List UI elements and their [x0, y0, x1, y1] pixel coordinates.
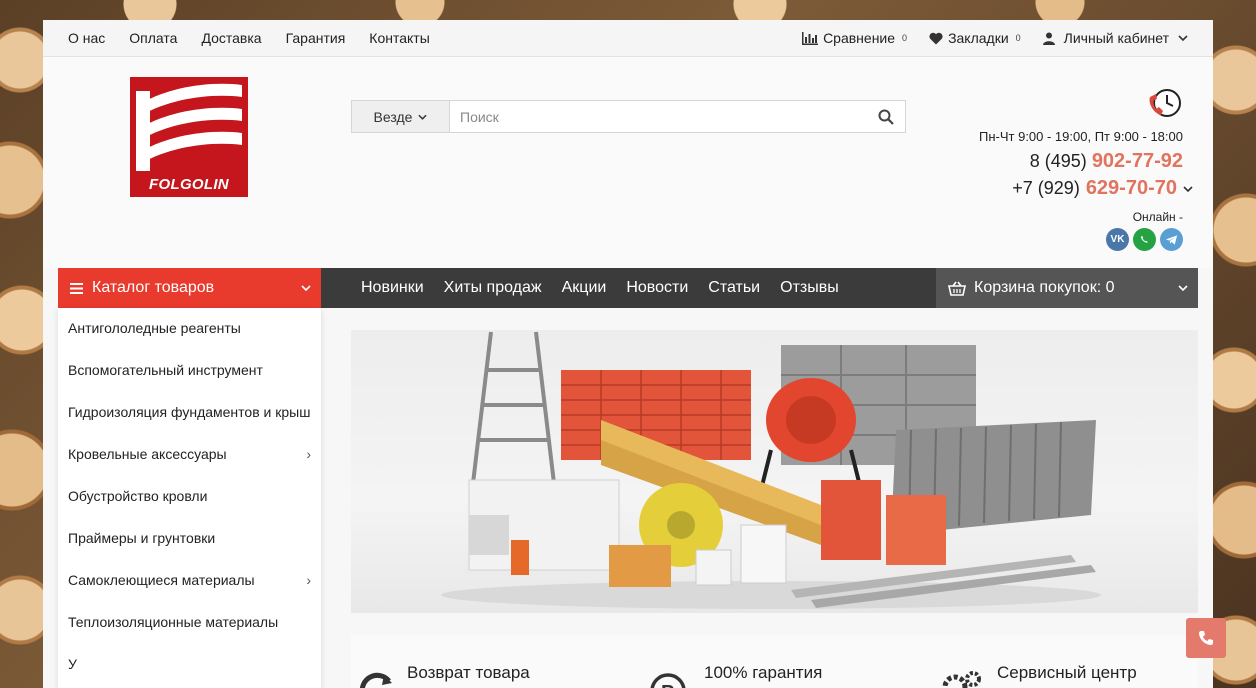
phone-1-number: 902-77-92 [1091, 150, 1183, 172]
features-strip: Возврат товара P 100% гарантия Сервисный… [351, 635, 1198, 688]
sidebar-item-label: Гидроизоляция фундаментов и крыш [68, 404, 311, 420]
catalog-sidebar: Антигололедные реагенты Вспомогательный … [58, 308, 321, 688]
contacts-block: Пн-Чт 9:00 - 19:00, Пт 9:00 - 18:00 8 (4… [979, 87, 1193, 251]
phone-1[interactable]: 8 (495) 902-77-92 [979, 150, 1183, 173]
feature-label: Сервисный центр [997, 663, 1137, 682]
page-container: О нас Оплата Доставка Гарантия Контакты … [43, 20, 1213, 688]
sidebar-item-waterproofing[interactable]: Гидроизоляция фундаментов и крыш [58, 392, 321, 434]
construction-materials-illustration [441, 331, 1101, 609]
bookmarks-count: 0 [1015, 33, 1021, 43]
phone-clock-icon [1149, 89, 1181, 117]
refresh-icon [359, 672, 392, 688]
top-link-contacts[interactable]: Контакты [369, 30, 429, 46]
sidebar-item-label: Теплоизоляционные материалы [68, 614, 279, 630]
sidebar-item-insulation[interactable]: Теплоизоляционные материалы [58, 602, 321, 644]
gears-icon [942, 671, 981, 688]
chevron-down-icon [1178, 35, 1188, 41]
account-menu[interactable]: Личный кабинет [1042, 30, 1188, 46]
phone-2-number: 629-70-70 [1085, 177, 1177, 199]
chevron-right-icon: › [306, 572, 311, 588]
bar-chart-icon [802, 31, 819, 45]
chevron-down-icon [301, 285, 311, 291]
top-link-delivery[interactable]: Доставка [201, 30, 261, 46]
vk-icon[interactable]: VK [1106, 228, 1129, 251]
brand-logo[interactable]: FOLGOLIN [130, 77, 248, 197]
phone-2-prefix: +7 (929) [1012, 178, 1080, 198]
top-link-about[interactable]: О нас [68, 30, 105, 46]
sidebar-item-roof-accessories[interactable]: Кровельные аксессуары › [58, 434, 321, 476]
callback-button[interactable] [1186, 618, 1226, 658]
user-icon [1042, 32, 1055, 45]
social-links: VK [979, 228, 1183, 251]
sidebar-item-label: У [68, 656, 77, 672]
compare-label: Сравнение [823, 30, 896, 46]
main-nav: Каталог товаров Новинки Хиты продаж Акци… [58, 268, 1198, 314]
chevron-down-icon [418, 114, 428, 120]
cart-label: Корзина покупок: 0 [974, 279, 1115, 296]
sidebar-item-label: Самоклеющиеся материалы [68, 572, 255, 588]
chevron-down-icon [1183, 185, 1193, 192]
logo-text: FOLGOLIN [149, 176, 229, 193]
top-bar: О нас Оплата Доставка Гарантия Контакты … [43, 20, 1213, 57]
sidebar-item-label: Вспомогательный инструмент [68, 362, 263, 378]
phone-1-prefix: 8 (495) [1029, 151, 1087, 171]
svg-text:P: P [661, 682, 674, 688]
chevron-down-icon [1178, 285, 1188, 291]
compare-count: 0 [902, 33, 908, 43]
hero-banner[interactable] [351, 330, 1198, 613]
nav-link-reviews[interactable]: Отзывы [780, 279, 839, 297]
sidebar-item-deicing[interactable]: Антигололедные реагенты [58, 308, 321, 350]
catalog-button[interactable]: Каталог товаров [58, 268, 321, 314]
sidebar-item-tools[interactable]: Вспомогательный инструмент [58, 350, 321, 392]
feature-label: 100% гарантия [704, 663, 823, 682]
phone-2[interactable]: +7 (929) 629-70-70 [979, 177, 1193, 200]
cart-button[interactable]: Корзина покупок: 0 [936, 268, 1198, 308]
logo-stripes [136, 83, 242, 171]
header: FOLGOLIN Везде Пн-Чт 9:00 - 19:00, Пт 9 [43, 57, 1213, 268]
search-icon [878, 109, 894, 125]
search-button[interactable] [867, 101, 905, 132]
sidebar-item-label: Кровельные аксессуары [68, 446, 227, 462]
catalog-label: Каталог товаров [92, 279, 215, 296]
top-link-payment[interactable]: Оплата [129, 30, 177, 46]
bookmarks-label: Закладки [948, 30, 1009, 46]
top-link-warranty[interactable]: Гарантия [286, 30, 346, 46]
feature-label: Возврат товара [407, 663, 530, 682]
online-label: Онлайн - [1132, 210, 1183, 224]
search-input[interactable] [450, 101, 867, 132]
compare-link[interactable]: Сравнение 0 [802, 30, 907, 46]
account-label: Личный кабинет [1063, 30, 1169, 46]
telegram-icon[interactable] [1160, 228, 1183, 251]
nav-link-new[interactable]: Новинки [361, 279, 424, 297]
top-links: О нас Оплата Доставка Гарантия Контакты [68, 30, 430, 46]
sidebar-item-self-adhesive[interactable]: Самоклеющиеся материалы › [58, 560, 321, 602]
feature-returns[interactable]: Возврат товара [359, 663, 530, 688]
bookmarks-link[interactable]: Закладки 0 [929, 30, 1021, 46]
search-scope-label: Везде [373, 108, 413, 125]
heart-icon [929, 32, 943, 44]
feature-warranty[interactable]: P 100% гарантия [648, 663, 822, 688]
sidebar-item-label: Антигололедные реагенты [68, 320, 241, 336]
working-hours: Пн-Чт 9:00 - 19:00, Пт 9:00 - 18:00 [979, 129, 1183, 144]
ruble-icon: P [650, 673, 686, 688]
nav-links: Новинки Хиты продаж Акции Новости Статьи… [321, 268, 936, 308]
nav-link-promotions[interactable]: Акции [562, 279, 607, 297]
search-scope-dropdown[interactable]: Везде [352, 101, 450, 132]
sidebar-item-primers[interactable]: Праймеры и грунтовки [58, 518, 321, 560]
feature-service-center[interactable]: Сервисный центр [941, 663, 1137, 688]
sidebar-item-label: Обустройство кровли [68, 488, 208, 504]
sidebar-item-next[interactable]: У [58, 644, 321, 686]
basket-icon [948, 281, 966, 296]
sidebar-item-label: Праймеры и грунтовки [68, 530, 216, 546]
search-bar: Везде [351, 100, 906, 133]
top-right-tools: Сравнение 0 Закладки 0 Личный кабинет [802, 30, 1188, 46]
nav-link-news[interactable]: Новости [626, 279, 688, 297]
whatsapp-icon[interactable] [1133, 228, 1156, 251]
phone-icon [1199, 631, 1213, 645]
nav-link-bestsellers[interactable]: Хиты продаж [444, 279, 542, 297]
nav-link-articles[interactable]: Статьи [708, 279, 760, 297]
hamburger-icon [70, 282, 83, 294]
sidebar-item-roofing[interactable]: Обустройство кровли [58, 476, 321, 518]
chevron-right-icon: › [306, 446, 311, 462]
